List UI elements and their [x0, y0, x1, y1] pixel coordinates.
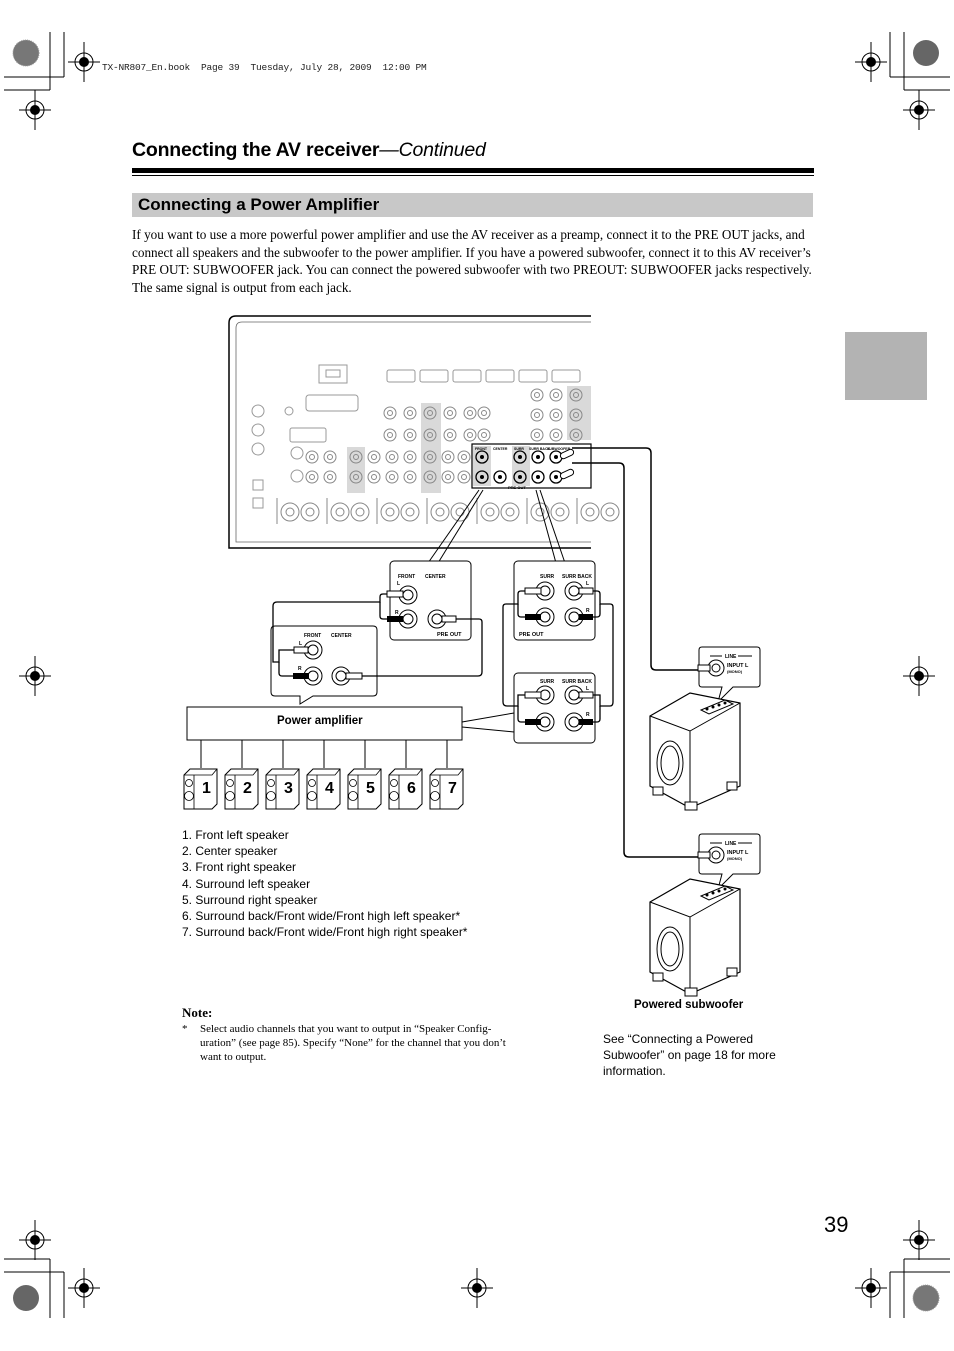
- connection-diagram: FRONT CENTER SURR SURR BACK SUBWOOFER PR…: [183, 315, 761, 997]
- svg-text:PRE OUT: PRE OUT: [519, 632, 544, 638]
- svg-text:L: L: [586, 581, 589, 587]
- svg-text:L: L: [397, 581, 400, 587]
- preout-surr-label: SURR: [514, 447, 524, 451]
- svg-text:SURR: SURR: [540, 679, 555, 685]
- svg-text:FRONT: FRONT: [398, 574, 415, 580]
- svg-text:PRE OUT: PRE OUT: [437, 632, 462, 638]
- speaker-number: 2: [243, 780, 252, 797]
- svg-text:R: R: [586, 712, 590, 718]
- powered-subwoofer-label: Powered subwoofer: [634, 999, 744, 1011]
- legend-item: 2. Center speaker: [182, 844, 278, 859]
- callout-surround: SURR SURR BACK L R PRE OUT: [513, 560, 596, 641]
- legend-item: 3. Front right speaker: [182, 860, 297, 875]
- amp-callout-front-center: FRONT CENTER L R: [270, 625, 378, 705]
- power-amplifier-label: Power amplifier: [277, 715, 363, 727]
- sub-line-label: LINE: [725, 841, 737, 847]
- preout-label: PRE OUT: [508, 485, 526, 490]
- preout-center-label: CENTER: [493, 447, 508, 451]
- receiver-rear-panel: FRONT CENTER SURR SURR BACK SUBWOOFER PR…: [228, 315, 620, 549]
- powered-subwoofer-icon: LINEINPUT L(MONO): [649, 833, 761, 997]
- svg-text:FRONT: FRONT: [304, 633, 321, 639]
- svg-text:R: R: [298, 666, 302, 672]
- speaker-number: 3: [284, 780, 293, 797]
- speaker-icon: [183, 768, 218, 810]
- speaker-number: 4: [325, 780, 334, 797]
- amp-callout-surround: SURR SURR BACK L R: [513, 672, 596, 744]
- svg-text:SURR: SURR: [540, 574, 555, 580]
- speaker-number: 1: [202, 780, 211, 797]
- note-heading: Note:: [182, 1005, 213, 1020]
- svg-text:R: R: [395, 610, 399, 616]
- speaker-icon: [347, 768, 382, 810]
- powered-subwoofer-icon: LINEINPUT L(MONO): [649, 646, 761, 811]
- legend-item: 6. Surround back/Front wide/Front high l…: [182, 909, 461, 924]
- legend-item: 5. Surround right speaker: [182, 892, 318, 907]
- page-number: 39: [824, 1212, 849, 1237]
- sub-line-label: LINE: [725, 654, 737, 660]
- svg-text:SURR BACK: SURR BACK: [562, 574, 592, 580]
- amp-pointer-lines: [461, 712, 515, 733]
- svg-text:R: R: [586, 608, 590, 614]
- speaker-number: 6: [407, 780, 416, 797]
- note-text: Select audio channels that you want to o…: [200, 1023, 506, 1064]
- legend-item: 7. Surround back/Front wide/Front high r…: [182, 925, 468, 940]
- svg-text:CENTER: CENTER: [425, 574, 446, 580]
- subwoofer-reference-text: See “Connecting a Powered Subwoofer” on …: [603, 1032, 776, 1078]
- svg-text:SURR BACK: SURR BACK: [562, 679, 592, 685]
- callout-front-center: FRONT CENTER L R PRE OUT: [386, 560, 472, 641]
- svg-text:L: L: [299, 641, 302, 647]
- speaker-icon: [429, 768, 464, 810]
- speaker-number: 7: [448, 780, 457, 797]
- note-marker: *: [182, 1023, 188, 1035]
- speaker-icon: [265, 768, 300, 810]
- speaker-icon: [388, 768, 423, 810]
- sub-mono-label: (MONO): [727, 856, 743, 861]
- speaker-number: 5: [366, 780, 375, 797]
- preout-front-label: FRONT: [475, 447, 488, 451]
- sub-mono-label: (MONO): [727, 669, 743, 674]
- svg-text:CENTER: CENTER: [331, 633, 352, 639]
- legend-item: 1. Front left speaker: [182, 828, 289, 842]
- speaker-legend: 1. Front left speaker 2. Center speaker …: [182, 827, 467, 940]
- svg-text:L: L: [586, 686, 589, 692]
- legend-item: 4. Surround left speaker: [182, 876, 311, 891]
- speaker-icon: [306, 768, 341, 810]
- speaker-icon: [224, 768, 259, 810]
